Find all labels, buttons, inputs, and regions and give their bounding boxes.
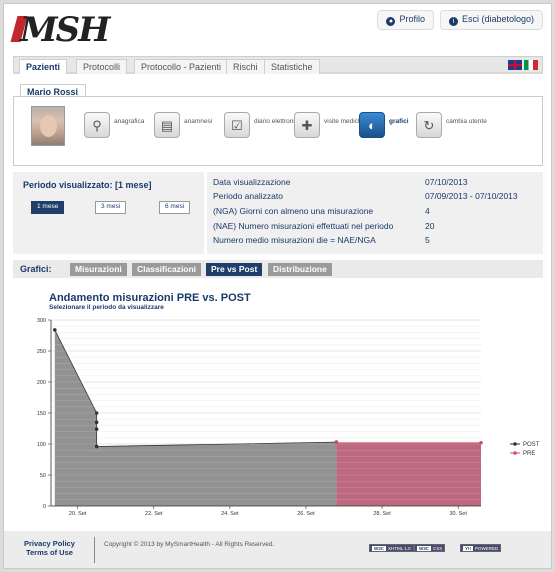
stat-row: Numero medio misurazioni die = NAE/NGA 5 (213, 235, 539, 247)
badge-text: CSS (433, 546, 443, 551)
y-tick-label: 300 (37, 318, 46, 324)
badge-tag: W3C (417, 546, 431, 551)
x-tick-label: 22. Set (145, 511, 163, 517)
y-tick-label: 50 (40, 473, 46, 479)
search-icon[interactable]: ⚲ (84, 112, 110, 138)
copyright-text: Copyright © 2013 by MySmartHealth - All … (104, 541, 275, 548)
flag-uk-icon[interactable] (508, 59, 522, 70)
badge-text: POWERED (475, 546, 499, 551)
checkbox-icon[interactable]: ☑ (224, 112, 250, 138)
pre-post-chart[interactable]: 0 50 100 150 200 250 300 20. Set 22. Set 24. Set 2… (13, 280, 543, 520)
x-tick-label: 26. Set (297, 511, 315, 517)
graph-tabs-label: Grafici: (20, 264, 52, 274)
stat-row: (NGA) Giorni con almeno una misurazione 4 (213, 206, 539, 218)
stat-label: Periodo analizzato (213, 191, 283, 201)
period-1-mese-button[interactable]: 1 mese (31, 201, 65, 214)
x-tick-label: 20. Set (69, 511, 87, 517)
header: MSH ● Profilo i Esci (diabetologo) (4, 4, 551, 50)
xhtml-badge[interactable]: W3C XHTML 1.0 (369, 544, 414, 552)
x-tick-label: 28. Set (373, 511, 391, 517)
logout-link-label: Esci (diabetologo) (461, 14, 534, 24)
patient-panel: ⚲ anagrafica ▤ anamnesi ☑ diario elettro… (13, 96, 543, 166)
stat-value: 20 (425, 221, 435, 231)
box-icon[interactable]: ▤ (154, 112, 180, 138)
footer-divider (94, 537, 95, 563)
exit-icon: i (448, 17, 458, 26)
legend-marker (513, 451, 517, 455)
stat-value: 07/10/2013 (425, 177, 468, 187)
graph-tab-distribuzione[interactable]: Distribuzione (268, 263, 332, 276)
logo[interactable]: MSH (10, 10, 124, 50)
tool-cambia-utente-label: cambia utente (446, 118, 487, 125)
profile-link-label: Profilo (399, 14, 425, 24)
x-tick-label: 30. Set (449, 511, 467, 517)
avatar (31, 106, 65, 146)
terms-of-use-link[interactable]: Terms of Use (24, 548, 75, 557)
data-point (94, 420, 99, 425)
period-panel: Periodo visualizzato: [1 mese] 1 mese 3 … (13, 172, 204, 254)
app-frame: MSH ● Profilo i Esci (diabetologo) Pazienti… (3, 3, 552, 569)
graph-tab-misurazioni[interactable]: Misurazioni (70, 263, 127, 276)
badge-text: XHTML 1.0 (388, 546, 411, 551)
medical-kit-icon[interactable]: ✚ (294, 112, 320, 138)
data-point (94, 444, 99, 449)
privacy-policy-link[interactable]: Privacy Policy (24, 539, 75, 548)
stat-label: Data visualizzazione (213, 177, 291, 187)
tab-protocollo-pazienti[interactable]: Protocollo - Pazienti (134, 59, 229, 74)
stat-value: 4 (425, 206, 430, 216)
stat-value: 07/09/2013 - 07/10/2013 (425, 191, 518, 201)
avatar-face (40, 115, 57, 137)
tab-protocolli[interactable]: Protocolli (76, 59, 128, 74)
y-tick-label: 200 (37, 380, 46, 386)
graph-tab-pre-vs-post[interactable]: Pre vs Post (206, 263, 263, 276)
footer: Privacy Policy Terms of Use Copyright © … (4, 531, 551, 568)
chart-gauge-icon[interactable]: ◐ (359, 112, 385, 138)
graph-tab-classificazioni[interactable]: Classificazioni (132, 263, 202, 276)
refresh-icon[interactable]: ↻ (416, 112, 442, 138)
stat-value: 5 (425, 235, 430, 245)
x-tick-label: 24. Set (221, 511, 239, 517)
top-links: ● Profilo i Esci (diabetologo) (371, 10, 543, 30)
user-icon: ● (386, 17, 396, 26)
stat-row: Data visualizzazione 07/10/2013 (213, 177, 539, 189)
logout-link[interactable]: i Esci (diabetologo) (439, 10, 543, 30)
badge-tag: Y!! (463, 546, 473, 551)
stats-panel: Data visualizzazione 07/10/2013 Periodo a… (207, 172, 543, 254)
main-tabs: Pazienti Protocolli Protocollo - Pazient… (13, 56, 543, 74)
tab-rischi[interactable]: Rischi (226, 59, 265, 74)
stat-label: (NAE) Numero misurazioni effettuati nel … (213, 221, 394, 231)
stat-label: (NGA) Giorni con almeno una misurazione (213, 206, 374, 216)
chart-area: Andamento misurazioni PRE vs. POST Selez… (13, 280, 543, 520)
period-title: Periodo visualizzato: [1 mese] (23, 180, 152, 190)
legend-marker (513, 442, 517, 446)
footer-links: Privacy Policy Terms of Use (24, 539, 75, 557)
legend-label: POST (523, 442, 540, 448)
period-3-mesi-button[interactable]: 3 mesi (95, 201, 127, 214)
graph-tabs: Grafici: Misurazioni Classificazioni Pre… (13, 260, 543, 278)
y-tick-label: 150 (37, 411, 46, 417)
data-point (53, 328, 57, 332)
y-tick-label: 100 (37, 442, 46, 448)
series-area-pre (336, 442, 481, 506)
flag-it-icon[interactable] (524, 59, 538, 70)
data-point (94, 427, 99, 431)
y-tick-label: 250 (37, 349, 46, 355)
css-badge[interactable]: W3C CSS (414, 544, 446, 552)
tab-statistiche[interactable]: Statistiche (264, 59, 320, 74)
powered-badge[interactable]: Y!! POWERED (460, 544, 502, 552)
y-tick-label: 0 (43, 504, 46, 510)
stat-row: (NAE) Numero misurazioni effettuati nel … (213, 221, 539, 233)
period-6-mesi-button[interactable]: 6 mesi (159, 201, 191, 214)
profile-link[interactable]: ● Profilo (377, 10, 434, 30)
logo-text: MSH (20, 10, 110, 50)
tab-pazienti[interactable]: Pazienti (19, 59, 68, 74)
legend-label: PRE (523, 451, 535, 457)
badge-tag: W3C (372, 546, 386, 551)
stat-row: Periodo analizzato 07/09/2013 - 07/10/201… (213, 191, 539, 203)
stat-label: Numero medio misurazioni die = NAE/NGA (213, 235, 376, 245)
language-flags (506, 59, 538, 70)
